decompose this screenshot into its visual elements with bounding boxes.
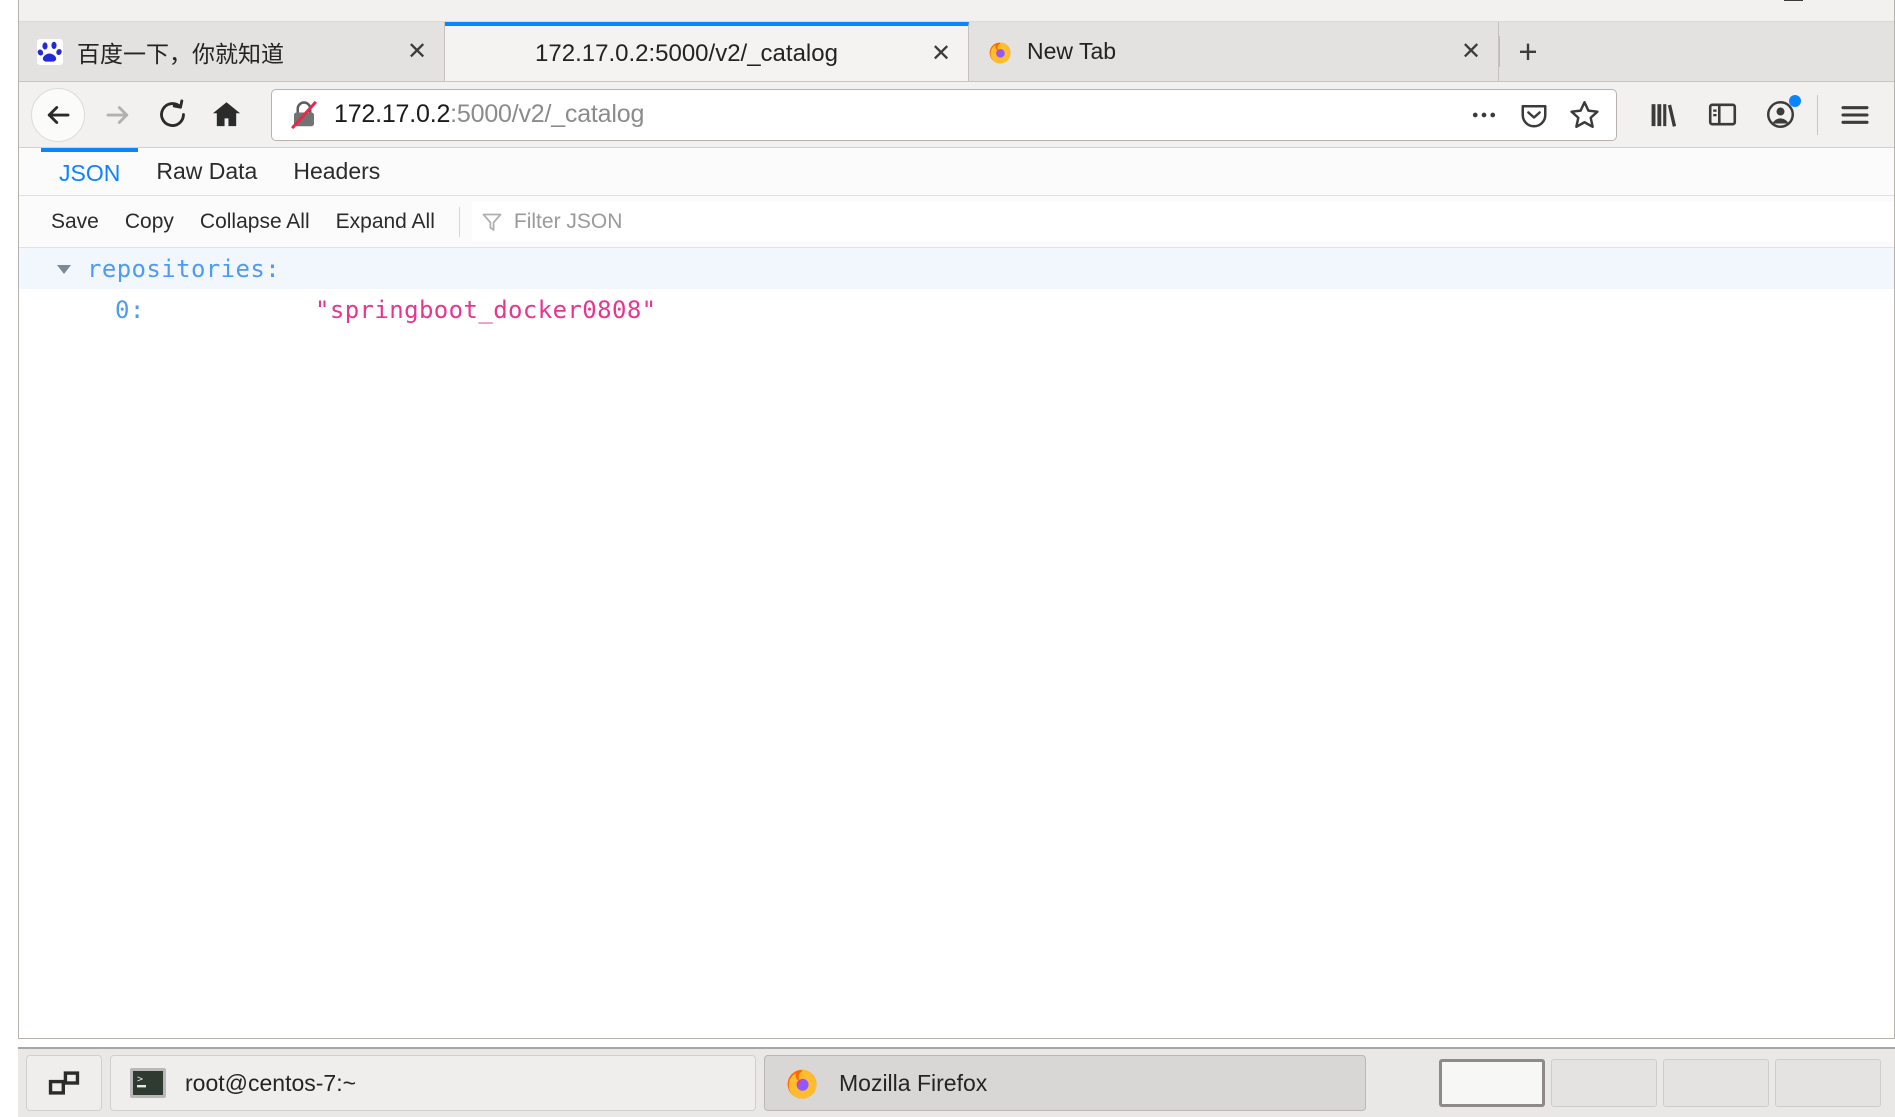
- ellipsis-glyph: [1472, 112, 1496, 117]
- tab-raw-data[interactable]: Raw Data: [138, 148, 275, 195]
- taskbar-item-firefox[interactable]: Mozilla Firefox: [764, 1055, 1366, 1111]
- back-arrow-icon: [47, 105, 70, 124]
- copy-button[interactable]: Copy: [113, 206, 186, 238]
- filter-json-input[interactable]: Filter JSON: [471, 201, 1894, 242]
- navigation-toolbar: 172.17.0.2:5000/v2/_catalog: [19, 82, 1894, 148]
- collapse-all-button[interactable]: Collapse All: [188, 206, 322, 238]
- insecure-lock-icon[interactable]: [288, 99, 320, 131]
- json-string-value: "springboot_docker0808": [315, 295, 657, 324]
- library-books-glyph: [1651, 104, 1676, 127]
- baidu-paw-icon: [37, 38, 63, 65]
- json-node-repositories[interactable]: repositories:: [19, 248, 1894, 289]
- home-icon: [212, 102, 240, 127]
- desktop: Mozilla Firefox ✕: [0, 0, 1895, 1117]
- svg-text:>: >: [137, 1074, 143, 1085]
- tab-headers[interactable]: Headers: [275, 148, 398, 195]
- tab-label: New Tab: [1027, 38, 1117, 64]
- firefox-window: Mozilla Firefox ✕: [18, 0, 1895, 1039]
- save-button[interactable]: Save: [39, 206, 111, 238]
- tab-close-icon[interactable]: ✕: [404, 38, 430, 65]
- window-title: Mozilla Firefox: [19, 0, 1894, 6]
- taskbar: > root@centos-7:~ Mozilla Firefox: [18, 1047, 1895, 1117]
- maximize-button[interactable]: [1780, 0, 1806, 4]
- show-desktop-icon[interactable]: [26, 1055, 102, 1111]
- json-array-index: 0:: [115, 295, 145, 324]
- reload-icon: [159, 99, 185, 127]
- json-array-item[interactable]: 0: "springboot_docker0808": [19, 289, 1894, 330]
- tab-strip: 百度一下，你就知道 ✕ 172.17.0.2:5000/v2/_catalog …: [19, 22, 1894, 82]
- home-button[interactable]: [199, 88, 253, 142]
- tab-close-icon[interactable]: ✕: [928, 40, 954, 67]
- json-viewer: JSON Raw Data Headers Save Copy Collapse…: [19, 148, 1894, 1038]
- workspace-4[interactable]: [1775, 1059, 1881, 1107]
- reload-button[interactable]: [145, 88, 199, 142]
- minimize-button[interactable]: [1710, 0, 1736, 4]
- filter-placeholder: Filter JSON: [513, 209, 623, 233]
- workspace-3[interactable]: [1663, 1059, 1769, 1107]
- pocket-icon[interactable]: [1512, 93, 1556, 137]
- filter-icon: [482, 213, 502, 231]
- tabstrip-empty-area[interactable]: [1556, 22, 1894, 81]
- close-button[interactable]: ✕: [1850, 0, 1876, 4]
- taskbar-item-label: Mozilla Firefox: [839, 1069, 988, 1096]
- terminal-icon: >: [129, 1064, 167, 1102]
- back-button[interactable]: [31, 87, 85, 142]
- sidebar-icon[interactable]: [1695, 88, 1749, 142]
- firefox-icon: [783, 1064, 821, 1102]
- url-path: :5000/v2/_catalog: [450, 100, 645, 128]
- account-notification-dot: [1789, 94, 1801, 107]
- library-icon[interactable]: [1637, 88, 1691, 142]
- triangle-down-icon[interactable]: [53, 258, 75, 280]
- tab-label: 百度一下，你就知道: [77, 40, 284, 67]
- workspace-1[interactable]: [1439, 1059, 1545, 1107]
- url-host: 172.17.0.2: [334, 100, 451, 128]
- taskbar-item-terminal[interactable]: > root@centos-7:~: [110, 1055, 756, 1111]
- window-titlebar: Mozilla Firefox ✕: [19, 0, 1894, 22]
- expand-all-button[interactable]: Expand All: [324, 206, 447, 238]
- ellipsis-icon[interactable]: [1462, 93, 1506, 137]
- browser-tab-catalog[interactable]: 172.17.0.2:5000/v2/_catalog ✕: [445, 22, 969, 81]
- toolbar-divider: [458, 206, 460, 237]
- url-actions: [1462, 93, 1606, 137]
- browser-action-icons: [1637, 88, 1882, 142]
- url-text[interactable]: 172.17.0.2:5000/v2/_catalog: [334, 100, 1462, 129]
- browser-tab-newtab[interactable]: New Tab ✕: [969, 22, 1499, 81]
- taskbar-item-label: root@centos-7:~: [185, 1069, 357, 1096]
- firefox-icon: [987, 39, 1013, 65]
- hamburger-menu-icon[interactable]: [1828, 88, 1882, 142]
- url-bar[interactable]: 172.17.0.2:5000/v2/_catalog: [271, 88, 1617, 141]
- account-icon[interactable]: [1753, 88, 1807, 142]
- window-controls: ✕: [1710, 0, 1876, 4]
- tab-json[interactable]: JSON: [41, 148, 139, 195]
- new-tab-button[interactable]: +: [1500, 22, 1556, 81]
- json-viewer-toolbar: Save Copy Collapse All Expand All Filter…: [19, 196, 1894, 248]
- json-key: repositories:: [87, 254, 281, 283]
- star-icon[interactable]: [1562, 93, 1606, 137]
- tab-close-icon[interactable]: ✕: [1458, 38, 1484, 65]
- forward-arrow-icon: [106, 105, 129, 124]
- forward-button: [91, 88, 145, 142]
- workspace-2[interactable]: [1551, 1059, 1657, 1107]
- workspace-switcher: [1439, 1059, 1887, 1107]
- json-viewer-tabs: JSON Raw Data Headers: [19, 148, 1894, 196]
- tab-label: 172.17.0.2:5000/v2/_catalog: [535, 39, 838, 67]
- browser-tab-baidu[interactable]: 百度一下，你就知道 ✕: [19, 22, 445, 81]
- json-tree: repositories: 0: "springboot_docker0808": [19, 248, 1894, 1038]
- toolbar-separator: [1817, 94, 1818, 135]
